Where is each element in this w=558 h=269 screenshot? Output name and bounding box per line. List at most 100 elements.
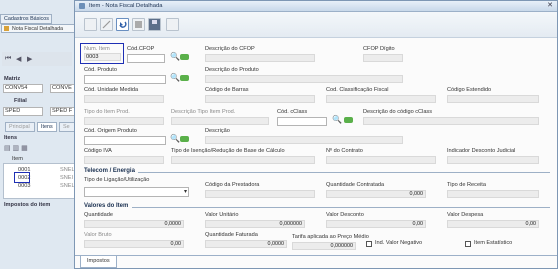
descricao-cfop-field bbox=[205, 54, 315, 62]
close-icon[interactable]: ✕ bbox=[544, 1, 556, 11]
eraser-icon[interactable] bbox=[180, 75, 189, 81]
codigo-barras-field bbox=[205, 95, 315, 103]
print-icon[interactable] bbox=[166, 18, 179, 31]
search-icon[interactable]: 🔍 bbox=[332, 115, 342, 124]
codigo-iva-label: Código IVA bbox=[84, 148, 112, 154]
filial-field[interactable]: SPED bbox=[3, 107, 43, 116]
cfop-digito-field bbox=[363, 54, 403, 62]
filial-label: Filial bbox=[14, 98, 27, 104]
quantidade-faturada-value: 0,0000 bbox=[267, 241, 285, 247]
valor-desconto-field: 0,00 bbox=[326, 220, 426, 228]
item-estatistico-checkbox[interactable] bbox=[465, 241, 471, 247]
quantidade-faturada-field: 0,0000 bbox=[205, 240, 287, 248]
list-item[interactable]: 0003 bbox=[18, 183, 30, 189]
tipo-item-field bbox=[84, 117, 164, 125]
descricao-label: Descrição bbox=[205, 128, 230, 134]
valor-despesa-value: 0,00 bbox=[525, 221, 537, 227]
cod-cclass-label: Cód. cClass bbox=[277, 109, 308, 115]
prev-icon[interactable]: ◀ bbox=[16, 55, 21, 63]
next-icon[interactable]: ▶ bbox=[27, 55, 32, 63]
edit-icon[interactable] bbox=[100, 18, 113, 31]
cod-unidade-field bbox=[84, 95, 164, 103]
descricao-produto-field bbox=[205, 75, 403, 83]
valor-bruto-label: Valor Bruto bbox=[84, 232, 112, 238]
matriz-value-2: CONVE bbox=[52, 85, 72, 91]
new-icon[interactable] bbox=[84, 18, 97, 31]
descricao-cfop-label: Descrição do CFOP bbox=[205, 46, 255, 52]
indicador-desconto-label: Indicador Desconto Judicial bbox=[447, 148, 516, 154]
descricao-cclass-label: Descrição do código cClass bbox=[363, 109, 433, 115]
tipo-ligacao-select[interactable]: ▾ bbox=[84, 187, 189, 197]
num-item-label: Num. Item bbox=[84, 46, 110, 52]
ind-valor-negativo-checkbox[interactable] bbox=[366, 241, 372, 247]
valor-despesa-label: Valor Despesa bbox=[447, 212, 484, 218]
matriz-field[interactable]: CONV54 bbox=[3, 84, 43, 93]
cod-classificacao-field bbox=[326, 95, 436, 103]
save-icon[interactable] bbox=[148, 18, 161, 31]
eraser-icon[interactable] bbox=[180, 54, 189, 60]
num-contrato-field bbox=[326, 156, 436, 164]
tab-nota-fiscal-bg[interactable]: Nota Fiscal Detalhada bbox=[1, 24, 77, 33]
quantidade-contratada-label: Quantidade Contratada bbox=[326, 182, 385, 188]
tab-label: Itens bbox=[41, 124, 53, 130]
cod-cclass-input[interactable] bbox=[277, 117, 327, 126]
chevron-down-icon: ▾ bbox=[183, 189, 187, 195]
tipo-ligacao-label: Tipo de Ligação/Utilização bbox=[84, 177, 150, 183]
filial-value-2: SPED F bbox=[52, 108, 73, 114]
window-icon bbox=[79, 3, 85, 9]
descricao-cclass-field bbox=[363, 117, 539, 125]
filial-field-2[interactable]: SPED F bbox=[50, 107, 76, 116]
num-item-value: 0003 bbox=[86, 54, 99, 60]
selected-row-highlight bbox=[14, 172, 30, 183]
item-estatistico-label: Item Estatístico bbox=[474, 240, 513, 246]
section-divider bbox=[138, 172, 550, 173]
tab-se[interactable]: Se bbox=[59, 122, 75, 132]
tab-cadastros-basicos[interactable]: Cadastros Básicos bbox=[0, 14, 52, 24]
valor-desconto-value: 0,00 bbox=[412, 221, 424, 227]
first-icon[interactable]: ⏮ bbox=[5, 55, 11, 63]
descricao-field bbox=[205, 136, 403, 144]
cod-origem-input[interactable] bbox=[84, 136, 166, 145]
eraser-icon[interactable] bbox=[344, 117, 353, 123]
num-item-field[interactable]: 0003 bbox=[84, 53, 121, 61]
search-icon[interactable]: 🔍 bbox=[170, 52, 180, 61]
search-icon[interactable]: 🔍 bbox=[170, 73, 180, 82]
codigo-estendido-label: Código Estendido bbox=[447, 87, 492, 93]
tab-label: Nota Fiscal Detalhada bbox=[12, 26, 64, 32]
list-item-suffix: SNEI bbox=[60, 175, 74, 181]
ind-valor-negativo-label: Ind. Valor Negativo bbox=[375, 240, 423, 246]
tab-itens[interactable]: Itens bbox=[37, 122, 57, 132]
undo-icon[interactable] bbox=[116, 18, 129, 31]
tab-principal[interactable]: Principal bbox=[5, 122, 35, 132]
codigo-prestadora-field bbox=[205, 190, 315, 198]
tab-impostos[interactable]: Impostos bbox=[80, 256, 117, 268]
valor-bruto-value: 0,00 bbox=[170, 241, 182, 247]
indicador-desconto-field bbox=[447, 156, 539, 164]
codigo-barras-label: Código de Barras bbox=[205, 87, 249, 93]
cod-classificacao-label: Cod. Classificação Fiscal bbox=[326, 87, 389, 93]
search-icon[interactable]: 🔍 bbox=[170, 134, 180, 143]
cod-produto-label: Cód. Produto bbox=[84, 67, 117, 73]
list-toolbar-icons[interactable]: ▤ ▥ ▦ bbox=[4, 144, 28, 152]
cod-produto-input[interactable] bbox=[84, 75, 166, 84]
cod-unidade-label: Cód. Unidade Medida bbox=[84, 87, 139, 93]
valor-desconto-label: Valor Desconto bbox=[326, 212, 364, 218]
list-item-suffix: SNEL bbox=[60, 167, 75, 173]
matriz-label: Matriz bbox=[4, 76, 21, 82]
tipo-item-label: Tipo do Item Prod. bbox=[84, 109, 130, 115]
cod-cfop-input[interactable] bbox=[127, 54, 165, 63]
valor-unitario-field: 0,000000 bbox=[205, 220, 305, 228]
codigo-estendido-field bbox=[447, 95, 539, 103]
tipo-receita-label: Tipo de Receita bbox=[447, 182, 486, 188]
matriz-field-2[interactable]: CONVE bbox=[50, 84, 76, 93]
codigo-iva-field bbox=[84, 156, 164, 164]
tab-impostos-label: Impostos bbox=[87, 258, 110, 264]
valor-bruto-field: 0,00 bbox=[84, 240, 184, 248]
itens-header: Itens bbox=[4, 135, 18, 141]
descricao-tipo-item-field bbox=[171, 117, 269, 125]
valor-unitario-label: Valor Unitário bbox=[205, 212, 239, 218]
delete-icon[interactable] bbox=[132, 18, 145, 31]
eraser-icon[interactable] bbox=[180, 136, 189, 142]
valores-section-title: Valores do Item bbox=[84, 203, 129, 209]
bg-nav-buttons: ⏮ ◀ ▶ bbox=[2, 52, 72, 66]
